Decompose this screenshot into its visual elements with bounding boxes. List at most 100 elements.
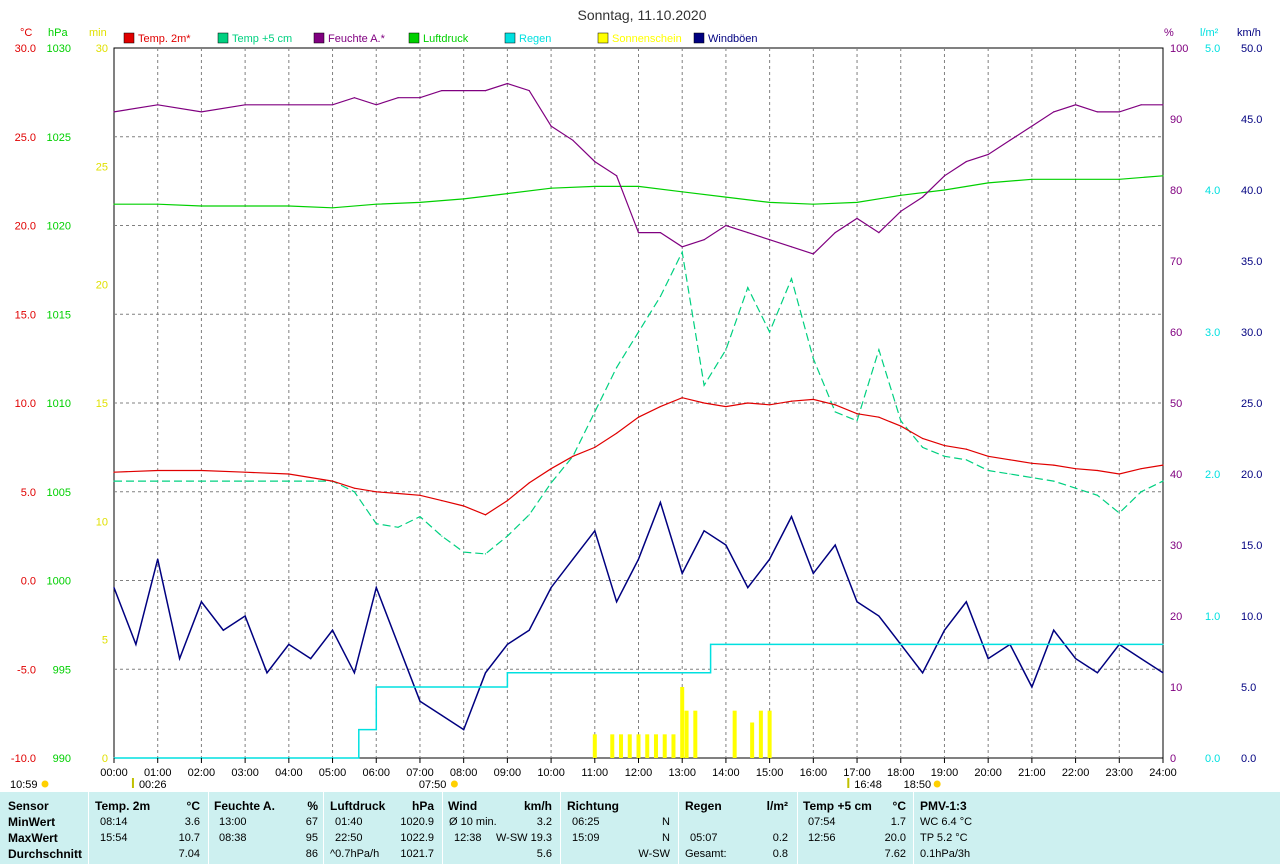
gusts-line-point <box>1074 658 1077 660</box>
stats-column-divider <box>560 792 561 864</box>
rain-tick: 5.0 <box>1205 43 1220 55</box>
gusts-line-point <box>790 516 793 518</box>
temp2m-line-point <box>397 492 399 495</box>
stats-header-pressure: Luftdruck <box>330 799 386 813</box>
temp-tick: 0.0 <box>21 576 36 588</box>
stats-cell: 7.04 <box>178 848 200 860</box>
gusts-line-point <box>878 615 880 617</box>
x-tick-label: 05:00 <box>319 767 347 779</box>
x-tick-label: 15:00 <box>756 767 784 779</box>
temp5cm-line-point <box>528 514 530 516</box>
temp2m-line-point <box>681 397 683 399</box>
legend-label: Luftdruck <box>423 33 469 45</box>
legend-label: Feuchte A.* <box>328 33 386 45</box>
pressure-line-point <box>550 187 552 189</box>
humidity-line-point <box>922 196 924 198</box>
pressure-tick: 1010 <box>47 398 71 410</box>
temp-tick: -5.0 <box>17 664 36 676</box>
humidity-line-point <box>878 232 880 234</box>
gusts-line-point <box>1053 629 1055 631</box>
stats-cell: 15:54 <box>100 832 128 844</box>
rain-line-point <box>1118 643 1120 646</box>
humidity-tick: 80 <box>1170 185 1182 197</box>
temp5cm-line-point <box>288 480 290 482</box>
gusts-line-point <box>353 672 355 674</box>
pressure-line-point <box>681 191 683 193</box>
temp2m-line-point <box>594 446 596 448</box>
stats-header-sensor: Sensor <box>8 799 49 813</box>
humidity-tick: 20 <box>1170 611 1182 623</box>
humidity-tick: 0 <box>1170 753 1176 765</box>
temp-tick: 10.0 <box>15 398 36 410</box>
gusts-line-point <box>463 729 465 731</box>
pressure-line-point <box>943 189 946 191</box>
temp-tick: 30.0 <box>15 43 36 55</box>
x-tick-label: 21:00 <box>1018 767 1046 779</box>
gusts-line-point <box>834 544 836 546</box>
stats-cell: 07:54 <box>808 816 836 828</box>
gusts-line-point <box>725 544 727 546</box>
temp2m-line-point <box>725 405 727 408</box>
stats-cell: Gesamt: <box>685 848 727 860</box>
rain-line-point <box>707 672 710 674</box>
humidity-line-point <box>375 104 377 106</box>
rain-tick: 4.0 <box>1205 185 1220 197</box>
humidity-line-point <box>572 139 574 141</box>
stats-cell: N <box>662 816 670 828</box>
gusts-line-point <box>441 714 443 717</box>
moonrise-marker <box>131 778 134 788</box>
temp2m-line-point <box>834 404 836 406</box>
gusts-line-point <box>659 501 661 503</box>
pressure-line-point <box>856 201 858 204</box>
humidity-line-point <box>834 232 836 234</box>
stats-unit: l/m² <box>766 799 788 813</box>
rain-line-point <box>769 643 771 646</box>
gusts-line-point <box>1031 686 1033 688</box>
stats-row-avg: Durchschnitt <box>8 847 83 861</box>
pressure-tick: 990 <box>53 753 71 765</box>
temp2m-line-point <box>331 480 334 482</box>
temp5cm-line-point <box>594 411 596 413</box>
pressure-tick: 1000 <box>47 576 71 588</box>
rain-tick: 3.0 <box>1205 327 1220 339</box>
humidity-line-point <box>528 90 530 92</box>
sun-tick: 25 <box>96 161 108 173</box>
gusts-line-point <box>157 558 159 560</box>
weather-chart: Sonntag, 11.10.2020 Temp. 2m* Temp +5 cm F… <box>10 7 1262 791</box>
wind-tick: 10.0 <box>1241 611 1262 623</box>
rain-line-point <box>1074 643 1077 646</box>
pressure-line-point <box>1162 175 1164 177</box>
temp5cm-line-point <box>550 482 552 484</box>
wind-tick: 20.0 <box>1241 469 1262 481</box>
x-tick-label: 20:00 <box>974 767 1002 779</box>
temp2m-line-point <box>856 413 858 415</box>
legend-swatch <box>504 32 516 44</box>
stats-cell: N <box>662 832 670 844</box>
sunshine-bar <box>610 734 615 758</box>
stats-header-direction: Richtung <box>567 799 619 813</box>
pressure-line-point <box>725 196 727 198</box>
gusts-line-point <box>703 530 705 532</box>
temp5cm-line-point <box>856 420 858 422</box>
pressure-line-point <box>987 182 989 184</box>
humidity-tick: 70 <box>1170 256 1182 268</box>
pressure-line-point <box>157 203 159 205</box>
wind-tick: 40.0 <box>1241 185 1262 197</box>
humidity-line-point <box>659 232 661 234</box>
rain-line-point <box>375 686 377 688</box>
humidity-line-point <box>484 90 487 92</box>
stats-cell: 06:25 <box>572 816 600 828</box>
humidity-line-point <box>747 232 749 234</box>
pressure-line-point <box>769 201 771 204</box>
sunshine-bar <box>732 710 737 758</box>
humidity-line-point <box>397 97 399 99</box>
temp-tick: 20.0 <box>15 221 36 233</box>
legend-label: Temp +5 cm <box>232 33 292 45</box>
temp2m-line-point <box>463 505 465 507</box>
temp5cm-line-point <box>878 349 880 351</box>
sun-tick: 30 <box>96 43 108 55</box>
temp2m-line-point <box>157 469 159 472</box>
rain-line-point <box>594 672 596 674</box>
gusts-line-point <box>572 558 574 560</box>
x-tick-label: 10:00 <box>537 767 565 779</box>
